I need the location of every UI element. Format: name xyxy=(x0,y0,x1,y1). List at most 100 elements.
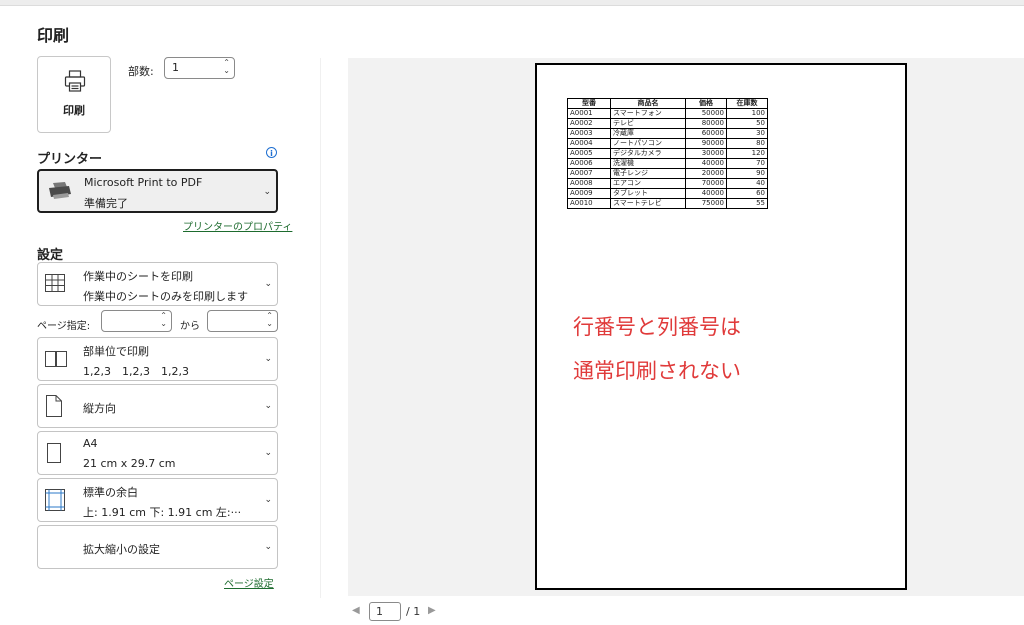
table-cell: ノートパソコン xyxy=(610,138,686,149)
table-cell: A0003 xyxy=(567,128,611,139)
sheet-grid-icon xyxy=(44,273,66,297)
stepper-arrows-icon[interactable]: ⌃ ⌄ xyxy=(223,59,230,75)
column-header: 型番 xyxy=(567,98,611,109)
table-cell: 70 xyxy=(726,158,768,169)
table-cell: 55 xyxy=(726,198,768,209)
print-what-title: 作業中のシートを印刷 xyxy=(83,270,193,283)
column-header: 在庫数 xyxy=(726,98,768,109)
table-cell: 90 xyxy=(726,168,768,179)
table-cell: タブレット xyxy=(610,188,686,199)
margins-select[interactable]: 標準の余白 上: 1.91 cm 下: 1.91 cm 左:··· ⌄ xyxy=(37,478,278,522)
table-row: A0009 タブレット 40000 60 xyxy=(567,188,768,199)
table-cell: 100 xyxy=(726,108,768,119)
print-button-label: 印刷 xyxy=(63,104,85,117)
pages-label: ページ指定: xyxy=(37,321,91,332)
table-cell: スマートフォン xyxy=(610,108,686,119)
table-cell: 50000 xyxy=(685,108,727,119)
copies-value: 1 xyxy=(172,61,179,74)
scaling-select[interactable]: 拡大縮小の設定 ⌄ xyxy=(37,525,278,569)
table-cell: 70000 xyxy=(685,178,727,189)
top-bar xyxy=(0,0,1024,6)
note-line-2: 通常印刷されない xyxy=(573,359,741,383)
current-page-input[interactable]: 1 xyxy=(369,602,401,621)
table-cell: エアコン xyxy=(610,178,686,189)
pages-from-input[interactable]: ⌃ ⌄ xyxy=(101,310,172,332)
table-row: A0010 スマートテレビ 75000 55 xyxy=(567,198,768,209)
chevron-down-icon: ⌄ xyxy=(264,448,272,458)
settings-section-label: 設定 xyxy=(37,248,64,263)
chevron-down-icon: ⌄ xyxy=(264,542,272,552)
pages-to-label: から xyxy=(180,321,200,332)
table-cell: 60000 xyxy=(685,128,727,139)
margins-title: 標準の余白 xyxy=(83,486,138,499)
table-cell: A0006 xyxy=(567,158,611,169)
stepper-arrows-icon[interactable]: ⌃ ⌄ xyxy=(160,312,167,328)
table-row: A0004 ノートパソコン 90000 80 xyxy=(567,138,768,149)
info-icon[interactable]: i xyxy=(266,147,277,158)
column-header: 価格 xyxy=(685,98,727,109)
table-cell: 20000 xyxy=(685,168,727,179)
table-cell: スマートテレビ xyxy=(610,198,686,209)
printer-status: 準備完了 xyxy=(84,197,128,210)
copies-label: 部数: xyxy=(128,65,154,78)
orientation-title: 縦方向 xyxy=(83,402,116,415)
total-pages: / 1 xyxy=(406,605,421,618)
table-cell: 90000 xyxy=(685,138,727,149)
preview-table: 型番 商品名 価格 在庫数 A0001 スマートフォン 50000 100 A0002 テ… xyxy=(567,98,768,209)
panel-divider xyxy=(320,58,321,598)
printer-icon xyxy=(63,69,87,97)
table-row: A0008 エアコン 70000 40 xyxy=(567,178,768,189)
stepper-arrows-icon[interactable]: ⌃ ⌄ xyxy=(266,312,273,328)
page-setup-link[interactable]: ページ設定 xyxy=(224,575,274,590)
portrait-page-icon xyxy=(44,394,64,422)
chevron-down-icon: ⌄ xyxy=(264,495,272,505)
printer-select[interactable]: Microsoft Print to PDF 準備完了 ⌄ xyxy=(37,169,278,213)
printer-name: Microsoft Print to PDF xyxy=(84,176,203,189)
copies-stepper[interactable]: 1 ⌃ ⌄ xyxy=(164,57,235,79)
table-row: A0007 電子レンジ 20000 90 xyxy=(567,168,768,179)
table-row: A0002 テレビ 80000 50 xyxy=(567,118,768,129)
paper-size-icon xyxy=(44,442,64,468)
previous-page-icon[interactable]: ◀ xyxy=(352,605,360,616)
table-cell: 50 xyxy=(726,118,768,129)
table-row: A0003 冷蔵庫 60000 30 xyxy=(567,128,768,139)
paper-size-select[interactable]: A4 21 cm x 29.7 cm ⌄ xyxy=(37,431,278,475)
table-cell: 40 xyxy=(726,178,768,189)
collate-pages-icon xyxy=(44,350,68,372)
collate-desc: 1,2,3 1,2,3 1,2,3 xyxy=(83,365,189,378)
table-cell: A0009 xyxy=(567,188,611,199)
table-cell: 120 xyxy=(726,148,768,159)
table-row: A0006 洗濯機 40000 70 xyxy=(567,158,768,169)
printer-section-label: プリンター xyxy=(37,152,103,167)
table-cell: A0010 xyxy=(567,198,611,209)
table-cell: 電子レンジ xyxy=(610,168,686,179)
print-what-select[interactable]: 作業中のシートを印刷 作業中のシートのみを印刷します ⌄ xyxy=(37,262,278,306)
table-cell: A0004 xyxy=(567,138,611,149)
chevron-down-icon: ⌄ xyxy=(264,354,272,364)
table-header-row: 型番 商品名 価格 在庫数 xyxy=(567,98,768,109)
paper-size-title: A4 xyxy=(83,437,98,450)
table-row: A0001 スマートフォン 50000 100 xyxy=(567,108,768,119)
paper-size-desc: 21 cm x 29.7 cm xyxy=(83,457,176,470)
column-header: 商品名 xyxy=(610,98,686,109)
printer-device-icon xyxy=(47,180,73,206)
table-cell: A0002 xyxy=(567,118,611,129)
table-cell: 80 xyxy=(726,138,768,149)
next-page-icon[interactable]: ▶ xyxy=(428,605,436,616)
table-cell: 冷蔵庫 xyxy=(610,128,686,139)
page-title: 印刷 xyxy=(37,26,70,45)
table-cell: 40000 xyxy=(685,188,727,199)
collate-title: 部単位で印刷 xyxy=(83,345,149,358)
chevron-down-icon: ⌄ xyxy=(264,401,272,411)
table-cell: 40000 xyxy=(685,158,727,169)
chevron-down-icon: ⌄ xyxy=(264,279,272,289)
orientation-select[interactable]: 縦方向 ⌄ xyxy=(37,384,278,428)
pages-to-input[interactable]: ⌃ ⌄ xyxy=(207,310,278,332)
print-button[interactable]: 印刷 xyxy=(37,56,111,133)
table-cell: 75000 xyxy=(685,198,727,209)
collate-select[interactable]: 部単位で印刷 1,2,3 1,2,3 1,2,3 ⌄ xyxy=(37,337,278,381)
table-cell: 30000 xyxy=(685,148,727,159)
note-line-1: 行番号と列番号は xyxy=(573,315,741,339)
printer-properties-link[interactable]: プリンターのプロパティ xyxy=(183,218,292,233)
table-cell: A0005 xyxy=(567,148,611,159)
